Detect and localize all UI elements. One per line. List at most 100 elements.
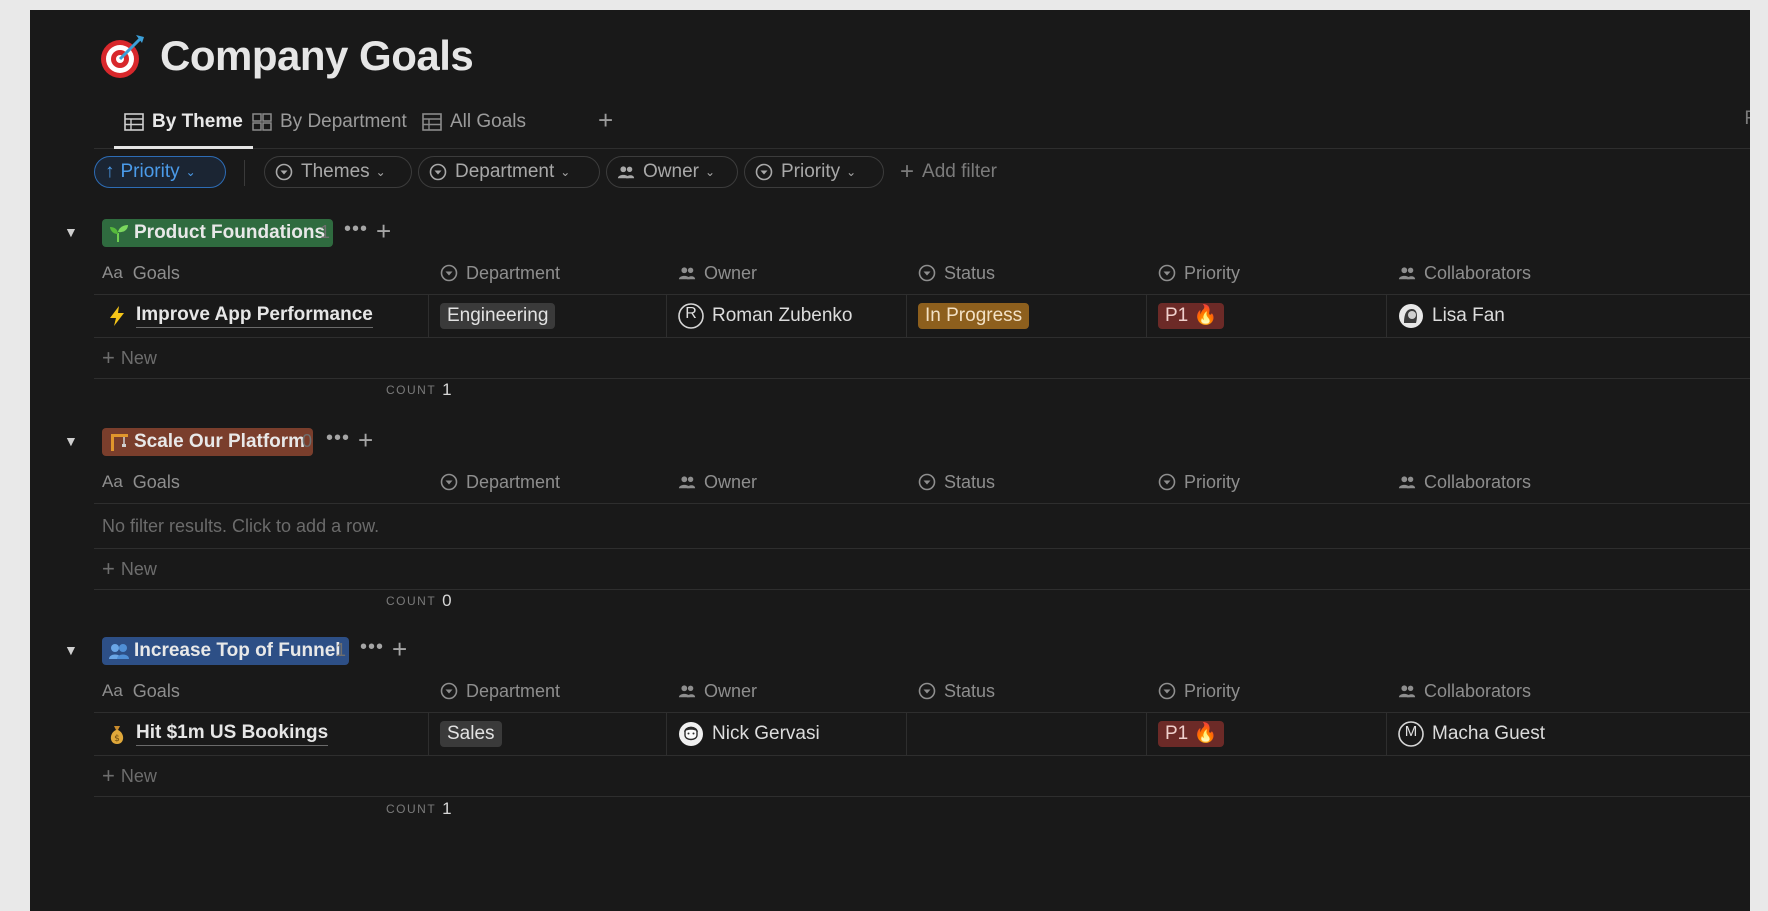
tab-by-theme[interactable]: By Theme (114, 96, 253, 149)
new-row-button[interactable]: + New (102, 549, 157, 589)
new-row-button[interactable]: + New (102, 338, 157, 378)
col-goals[interactable]: Aa Goals (102, 252, 180, 294)
group-footer-count[interactable]: COUNT 1 (386, 373, 452, 407)
group-add-button[interactable]: + (392, 634, 407, 665)
collapse-toggle-icon[interactable]: ▼ (64, 433, 78, 449)
col-label: Department (466, 680, 561, 701)
col-goals[interactable]: Aa Goals (102, 670, 180, 712)
cell-status[interactable]: In Progress (918, 295, 1030, 337)
status-icon (918, 473, 936, 491)
avatar (679, 722, 703, 746)
filter-chip-priority[interactable]: Priority ⌄ (744, 156, 884, 188)
add-view-button[interactable]: + (598, 107, 622, 133)
priority-badge: P1 🔥 (1158, 303, 1225, 329)
tab-all-goals[interactable]: All Goals (422, 96, 526, 148)
cell-collaborators[interactable]: Lisa Fan (1398, 295, 1505, 337)
count-value: 1 (442, 380, 452, 399)
group-add-button[interactable]: + (376, 216, 391, 247)
empty-results-text: No filter results. Click to add a row. (102, 515, 380, 536)
filter-chip-department[interactable]: Department ⌄ (418, 156, 600, 188)
new-row[interactable]: + New (94, 338, 1750, 379)
text-prop-icon: Aa (102, 472, 123, 491)
group-name: Product Foundations (134, 222, 326, 243)
col-owner[interactable]: Owner (678, 670, 757, 712)
select-icon (440, 473, 458, 491)
filter-chip-owner[interactable]: Owner ⌄ (606, 156, 738, 188)
text-prop-icon: Aa (102, 681, 123, 700)
group-tag[interactable]: Scale Our Platform (102, 428, 314, 456)
new-row[interactable]: + New (94, 549, 1750, 590)
table-icon (124, 113, 144, 131)
select-icon (1158, 682, 1176, 700)
col-collaborators[interactable]: Collaborators (1398, 461, 1531, 503)
cell-collaborators[interactable]: M Macha Guest (1398, 713, 1545, 755)
select-icon (1158, 473, 1176, 491)
people-icon (1398, 685, 1416, 698)
col-label: Department (466, 471, 561, 492)
group-tag[interactable]: Product Foundations (102, 219, 334, 247)
col-priority[interactable]: Priority (1158, 461, 1240, 503)
col-collaborators[interactable]: Collaborators (1398, 252, 1531, 294)
group-header: ▼ Increase Top of Funnel 1 ••• + (30, 634, 630, 670)
col-department[interactable]: Department (440, 461, 560, 503)
more-icon[interactable]: ••• (360, 636, 384, 659)
people-icon (678, 267, 696, 280)
cell-goal[interactable]: $ Hit $1m US Bookings (106, 713, 329, 755)
table-row[interactable]: $ Hit $1m US Bookings Sales Nick Gervasi… (94, 713, 1750, 756)
col-goals[interactable]: Aa Goals (102, 461, 180, 503)
goal-title[interactable]: Hit $1m US Bookings (136, 722, 329, 746)
table-header: Aa Goals Department Owner Status Priority… (94, 461, 1750, 504)
group-add-button[interactable]: + (358, 425, 373, 456)
col-department[interactable]: Department (440, 670, 560, 712)
col-status[interactable]: Status (918, 670, 995, 712)
goal-title[interactable]: Improve App Performance (136, 304, 373, 328)
avatar (1399, 304, 1423, 328)
tab-label: All Goals (450, 111, 527, 132)
chevron-down-icon: ⌄ (375, 165, 386, 179)
col-divider (666, 295, 667, 337)
sort-chip[interactable]: ↑ Priority ⌄ (94, 156, 226, 188)
count-value: 1 (442, 799, 452, 818)
col-divider (666, 713, 667, 755)
col-collaborators[interactable]: Collaborators (1398, 670, 1531, 712)
app-window: Company Goals By Theme By Department All… (30, 10, 1750, 911)
empty-results[interactable]: No filter results. Click to add a row. (102, 504, 379, 548)
col-owner[interactable]: Owner (678, 461, 757, 503)
more-icon[interactable]: ••• (326, 427, 350, 450)
new-row-button[interactable]: + New (102, 756, 157, 796)
collapse-toggle-icon[interactable]: ▼ (64, 224, 78, 240)
plus-icon: + (102, 556, 115, 581)
empty-results-row[interactable]: No filter results. Click to add a row. (94, 504, 1750, 549)
group-count: 1 (320, 222, 331, 242)
col-priority[interactable]: Priority (1158, 670, 1240, 712)
new-row[interactable]: + New (94, 756, 1750, 797)
select-icon (1158, 264, 1176, 282)
cell-department[interactable]: Sales (440, 713, 502, 755)
add-filter-button[interactable]: + Add filter (900, 156, 997, 188)
cell-owner[interactable]: Nick Gervasi (678, 713, 820, 755)
collapse-toggle-icon[interactable]: ▼ (64, 642, 78, 658)
cell-owner[interactable]: R Roman Zubenko (678, 295, 852, 337)
cell-priority[interactable]: P1 🔥 (1158, 713, 1225, 755)
col-label: Owner (704, 471, 758, 492)
group-tag[interactable]: Increase Top of Funnel (102, 637, 349, 665)
count-label: COUNT (386, 802, 437, 816)
cell-priority[interactable]: P1 🔥 (1158, 295, 1225, 337)
more-icon[interactable]: ••• (344, 218, 368, 241)
col-label: Priority (1184, 471, 1241, 492)
cell-department[interactable]: Engineering (440, 295, 556, 337)
col-owner[interactable]: Owner (678, 252, 757, 294)
col-priority[interactable]: Priority (1158, 252, 1240, 294)
col-department[interactable]: Department (440, 252, 560, 294)
group-header: ▼ Scale Our Platform 0 ••• + (30, 425, 630, 461)
tab-by-department[interactable]: By Department (252, 96, 407, 148)
group-footer-count[interactable]: COUNT 0 (386, 584, 452, 618)
col-status[interactable]: Status (918, 252, 995, 294)
filter-chip-themes[interactable]: Themes ⌄ (264, 156, 412, 188)
group-footer-count[interactable]: COUNT 1 (386, 792, 452, 826)
table-header: Aa Goals Department Owner Status Priority… (94, 252, 1750, 295)
select-icon (429, 163, 447, 181)
cell-goal[interactable]: Improve App Performance (106, 295, 373, 337)
col-status[interactable]: Status (918, 461, 995, 503)
table-row[interactable]: Improve App Performance Engineering R Ro… (94, 295, 1750, 338)
